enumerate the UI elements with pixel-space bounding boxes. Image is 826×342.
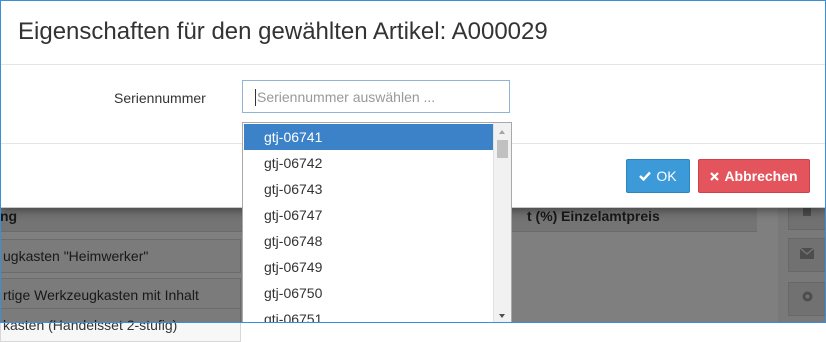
serial-number-select[interactable]: Seriennummer auswählen ... bbox=[242, 80, 510, 113]
dropdown-option[interactable]: gtj-06751 bbox=[244, 306, 494, 323]
dropdown-option[interactable]: gtj-06742 bbox=[244, 150, 494, 176]
dropdown-scrollbar[interactable] bbox=[493, 123, 511, 323]
close-icon bbox=[710, 171, 720, 181]
dropdown-option[interactable]: gtj-06749 bbox=[244, 254, 494, 280]
dropdown-option[interactable]: gtj-06750 bbox=[244, 280, 494, 306]
scroll-down-arrow-icon[interactable] bbox=[499, 314, 505, 318]
dropdown-option[interactable]: gtj-06748 bbox=[244, 228, 494, 254]
check-icon bbox=[639, 171, 652, 181]
modal-title: Eigenschaften für den gewählten Artikel:… bbox=[18, 18, 548, 45]
ok-button-label: OK bbox=[656, 168, 677, 184]
scrollbar-thumb[interactable] bbox=[497, 140, 508, 158]
serial-number-label: Seriennummer bbox=[114, 90, 206, 106]
text-caret bbox=[255, 89, 256, 106]
serial-number-dropdown[interactable]: gtj-06741 gtj-06742 gtj-06743 gtj-06747 … bbox=[242, 122, 512, 323]
scroll-up-arrow-icon[interactable] bbox=[499, 130, 505, 134]
select-placeholder: Seriennummer auswählen ... bbox=[257, 89, 436, 105]
header-divider bbox=[0, 64, 826, 65]
ok-button[interactable]: OK bbox=[626, 159, 690, 193]
cancel-button[interactable]: Abbrechen bbox=[698, 159, 810, 193]
dropdown-option[interactable]: gtj-06747 bbox=[244, 202, 494, 228]
dropdown-option[interactable]: gtj-06741 bbox=[244, 124, 494, 150]
dropdown-option[interactable]: gtj-06743 bbox=[244, 176, 494, 202]
cancel-button-label: Abbrechen bbox=[724, 168, 798, 184]
